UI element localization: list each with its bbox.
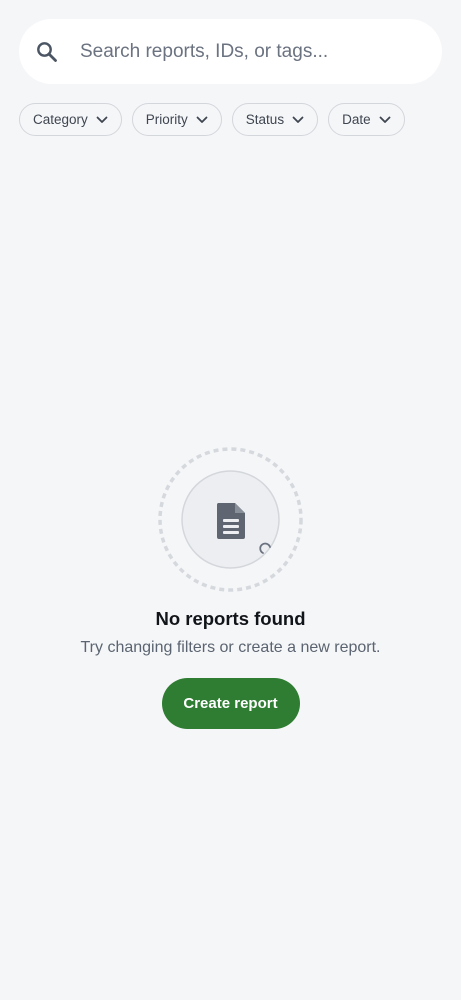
create-report-button[interactable]: Create report [161,678,300,729]
search-bar[interactable] [19,19,442,84]
empty-state-title: No reports found [155,608,306,629]
search-input[interactable] [80,40,410,63]
filter-chip-date[interactable]: Date [328,103,405,136]
chevron-down-icon [96,116,108,124]
empty-state: No reports found Try changing filters or… [0,447,461,729]
chevron-down-icon [196,116,208,124]
search-icon [35,40,59,64]
filter-chip-status[interactable]: Status [231,103,319,136]
chevron-down-icon [379,116,391,124]
filter-chip-priority[interactable]: Priority [131,103,222,136]
filter-chip-label: Status [245,112,285,127]
filter-chip-category[interactable]: Category [19,103,122,136]
filter-bar: Category Priority Status Date [19,103,405,136]
chevron-down-icon [292,116,304,124]
filter-chip-label: Category [33,112,88,127]
empty-state-illustration [158,447,303,592]
filter-chip-label: Priority [145,112,188,127]
empty-state-subtitle: Try changing filters or create a new rep… [80,639,381,656]
filter-chip-label: Date [342,112,371,127]
document-icon [214,501,248,546]
